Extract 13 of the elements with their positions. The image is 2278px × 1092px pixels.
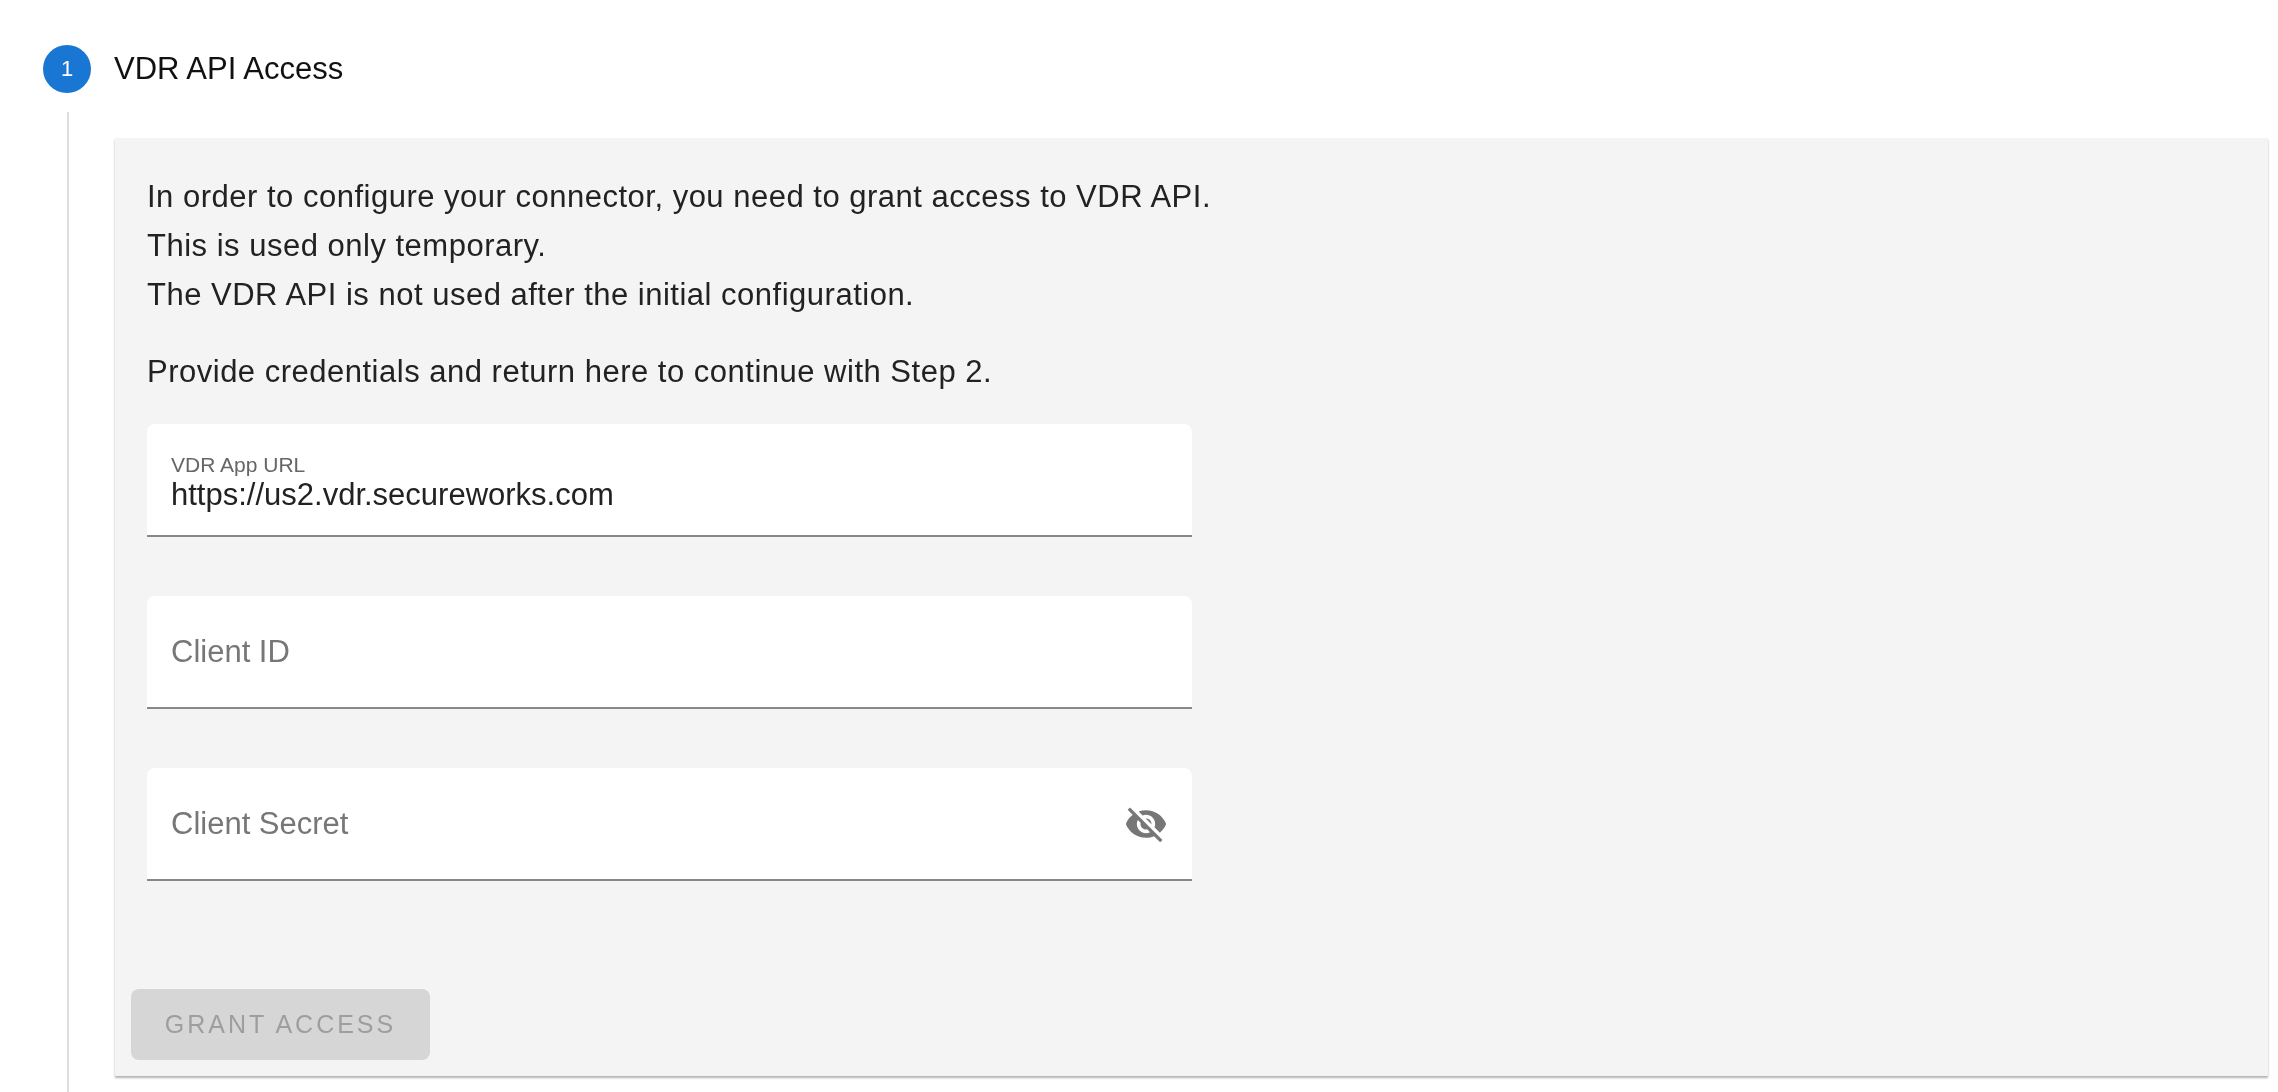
text-field[interactable]: Client ID	[147, 596, 1192, 709]
text-field[interactable]: Client Secret	[147, 768, 1192, 881]
step-title: VDR API Access	[114, 51, 344, 87]
step-number: 1	[43, 45, 91, 93]
input-field[interactable]: Client Secret	[171, 805, 1071, 842]
field-label: VDR App URL	[171, 452, 307, 477]
instruction-text: Provide credentials and return here to continue with Step 2.	[147, 353, 994, 391]
input-field[interactable]: https://us2.vdr.secureworks.com	[171, 476, 1071, 513]
text-field[interactable]: VDR App URL https://us2.vdr.secureworks.com	[147, 424, 1192, 537]
instruction-text: This is used only temporary.	[147, 227, 548, 265]
input-field[interactable]: Client ID	[171, 633, 1071, 670]
instruction-text: The VDR API is not used after the initial configuration.	[147, 276, 916, 314]
instruction-text: In order to configure your connector, you need to grant access to VDR API.	[147, 178, 1213, 216]
